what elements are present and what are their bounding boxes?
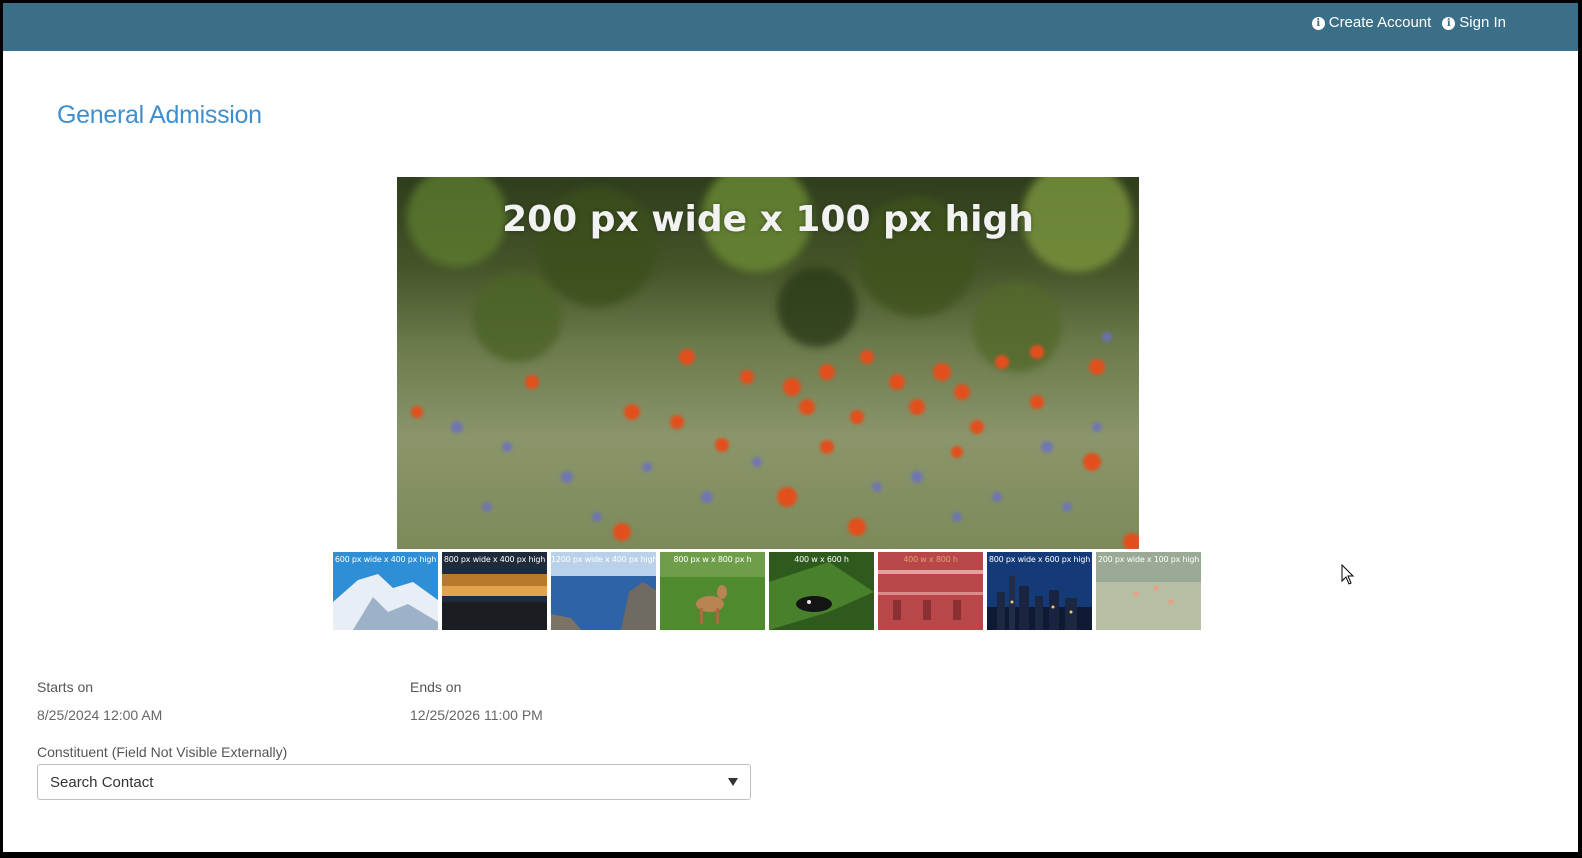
thumbnail-butterfly[interactable]: 400 w x 600 h bbox=[769, 552, 874, 630]
thumbnail-caption: 1200 px wide x 400 px high bbox=[551, 555, 656, 564]
thumbnail-sunset[interactable]: 800 px wide x 400 px high bbox=[442, 552, 547, 630]
starts-on-label: Starts on bbox=[37, 679, 94, 695]
constituent-select-value: Search Contact bbox=[50, 774, 154, 791]
thumbnail-caption: 400 w x 600 h bbox=[794, 555, 849, 564]
thumbnail-sea-cliff[interactable]: 1200 px wide x 400 px high bbox=[551, 552, 656, 630]
app-window: i Create Account i Sign In General Admis… bbox=[3, 3, 1578, 852]
thumbnail-caption: 800 px wide x 400 px high bbox=[443, 555, 546, 564]
starts-on-value: 8/25/2024 12:00 AM bbox=[37, 707, 163, 723]
page-title: General Admission bbox=[57, 101, 262, 129]
thumbnail-building[interactable]: 400 w x 800 h bbox=[878, 552, 983, 630]
hero-image: 200 px wide x 100 px high bbox=[397, 177, 1139, 549]
ends-on-label: Ends on bbox=[410, 679, 462, 695]
chevron-down-icon bbox=[728, 778, 738, 786]
ends-on-value: 12/25/2026 11:00 PM bbox=[410, 707, 543, 723]
thumbnail-city[interactable]: 800 px wide x 600 px high bbox=[987, 552, 1092, 630]
thumbnail-caption: 800 px w x 800 px h bbox=[673, 555, 752, 564]
nav-links: i Create Account i Sign In bbox=[1311, 13, 1506, 33]
sign-in-link[interactable]: i Sign In bbox=[1442, 13, 1506, 33]
thumbnail-caption: 400 w x 800 h bbox=[903, 555, 958, 564]
thumbnail-mountain[interactable]: 600 px wide x 400 px high bbox=[333, 552, 438, 630]
info-circle-icon: i bbox=[1442, 16, 1456, 30]
thumbnail-meadow[interactable]: 200 px wide x 100 px high bbox=[1096, 552, 1201, 630]
thumbnail-strip: 600 px wide x 400 px high 800 px wide x … bbox=[333, 552, 1201, 630]
thumbnail-caption: 600 px wide x 400 px high bbox=[334, 555, 437, 564]
thumbnail-caption: 200 px wide x 100 px high bbox=[1097, 555, 1200, 564]
constituent-label: Constituent (Field Not Visible Externall… bbox=[37, 744, 288, 760]
thumbnail-caption: 800 px wide x 600 px high bbox=[988, 555, 1091, 564]
mouse-pointer-icon bbox=[1341, 564, 1355, 585]
constituent-select[interactable]: Search Contact bbox=[37, 764, 751, 800]
sign-in-label: Sign In bbox=[1459, 14, 1506, 31]
create-account-link[interactable]: i Create Account bbox=[1311, 13, 1432, 33]
info-circle-icon: i bbox=[1311, 16, 1325, 30]
top-navbar: i Create Account i Sign In bbox=[3, 3, 1578, 51]
create-account-label: Create Account bbox=[1328, 14, 1432, 31]
hero-caption: 200 px wide x 100 px high bbox=[502, 199, 1034, 240]
thumbnail-deer[interactable]: 800 px w x 800 px h bbox=[660, 552, 765, 630]
